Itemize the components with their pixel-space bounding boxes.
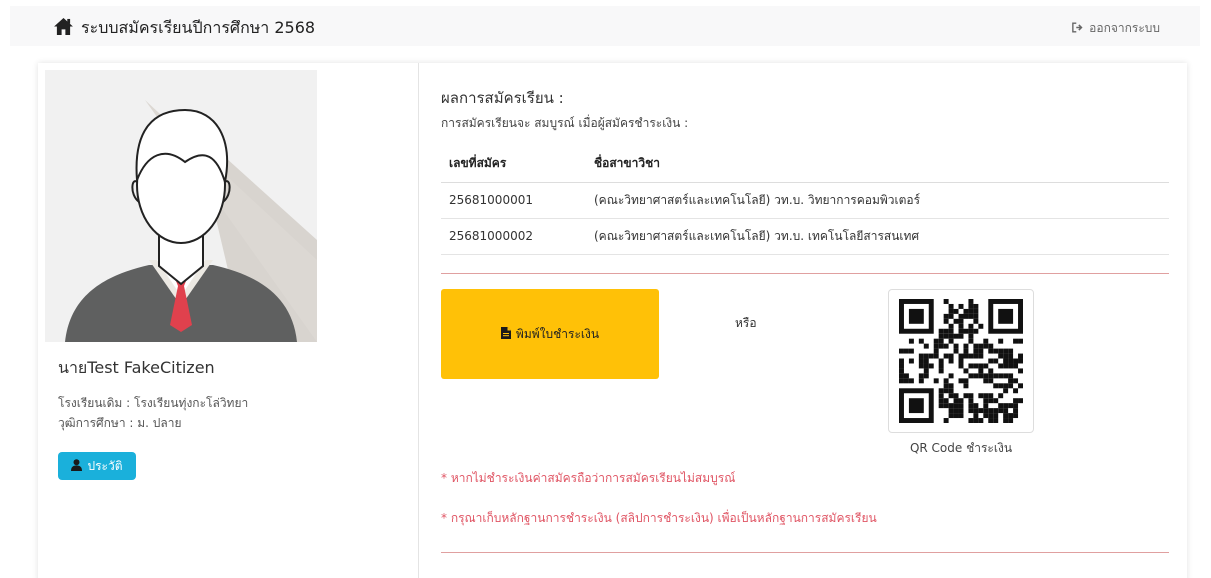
table-row: 25681000002 (คณะวิทยาศาสตร์และเทคโนโลยี)… xyxy=(441,218,1169,255)
application-number: 25681000002 xyxy=(441,218,586,255)
or-text: หรือ xyxy=(735,316,757,330)
result-note: การสมัครเรียนจะ สมบูรณ์ เมื่อผู้สมัครชำร… xyxy=(441,116,689,130)
divider xyxy=(441,552,1169,553)
result-panel: ผลการสมัครเรียน : การสมัครเรียนจะ สมบูรณ… xyxy=(419,63,1187,578)
application-table: เลขที่สมัคร ชื่อสาขาวิชา 25681000001 (คณ… xyxy=(441,146,1169,255)
logout-label: ออกจากระบบ xyxy=(1089,21,1160,35)
column-header: ชื่อสาขาวิชา xyxy=(586,146,1169,183)
top-navbar: ระบบสมัครเรียนปีการศึกษา 2568 ออกจากระบบ xyxy=(10,6,1200,46)
sign-out-icon xyxy=(1072,22,1084,36)
qr-caption: QR Code ชำระเงิน xyxy=(909,441,1013,455)
avatar xyxy=(45,70,317,342)
qr-code xyxy=(899,299,1023,423)
brand[interactable]: ระบบสมัครเรียนปีการศึกษา 2568 xyxy=(54,16,315,41)
education-level: วุฒิการศึกษา : ม. ปลาย xyxy=(58,416,182,430)
history-button[interactable]: ประวัติ xyxy=(58,452,136,480)
warning-keep-slip: * กรุณาเก็บหลักฐานการชำระเงิน (สลิปการชำ… xyxy=(441,511,877,525)
result-heading: ผลการสมัครเรียน : xyxy=(441,89,564,107)
print-payment-button[interactable]: พิมพ์ใบชำระเงิน xyxy=(441,289,659,379)
application-card: นายTest FakeCitizen โรงเรียนเดิม : โรงเร… xyxy=(38,63,1187,578)
history-button-label: ประวัติ xyxy=(87,458,123,473)
previous-school: โรงเรียนเดิม : โรงเรียนทุ่งกะโล่วิทยา xyxy=(58,396,249,410)
print-payment-label: พิมพ์ใบชำระเงิน xyxy=(515,326,600,341)
column-header: เลขที่สมัคร xyxy=(441,146,586,183)
student-name: นายTest FakeCitizen xyxy=(58,358,215,377)
divider xyxy=(441,273,1169,274)
qr-code-frame xyxy=(888,289,1034,433)
table-row: 25681000001 (คณะวิทยาศาสตร์และเทคโนโลยี)… xyxy=(441,182,1169,219)
logout-link[interactable]: ออกจากระบบ xyxy=(1072,19,1160,38)
warning-unpaid: * หากไม่ชำระเงินค่าสมัครถือว่าการสมัครเร… xyxy=(441,471,736,485)
table-header-row: เลขที่สมัคร ชื่อสาขาวิชา xyxy=(441,146,1169,183)
application-number: 25681000001 xyxy=(441,182,586,219)
file-icon xyxy=(500,326,511,342)
program-name: (คณะวิทยาศาสตร์และเทคโนโลยี) วท.บ. เทคโน… xyxy=(586,218,1169,255)
profile-panel: นายTest FakeCitizen โรงเรียนเดิม : โรงเร… xyxy=(38,63,419,578)
app-title: ระบบสมัครเรียนปีการศึกษา 2568 xyxy=(81,18,316,37)
program-name: (คณะวิทยาศาสตร์และเทคโนโลยี) วท.บ. วิทยา… xyxy=(586,182,1169,219)
user-icon xyxy=(71,458,83,474)
home-icon xyxy=(54,18,73,39)
